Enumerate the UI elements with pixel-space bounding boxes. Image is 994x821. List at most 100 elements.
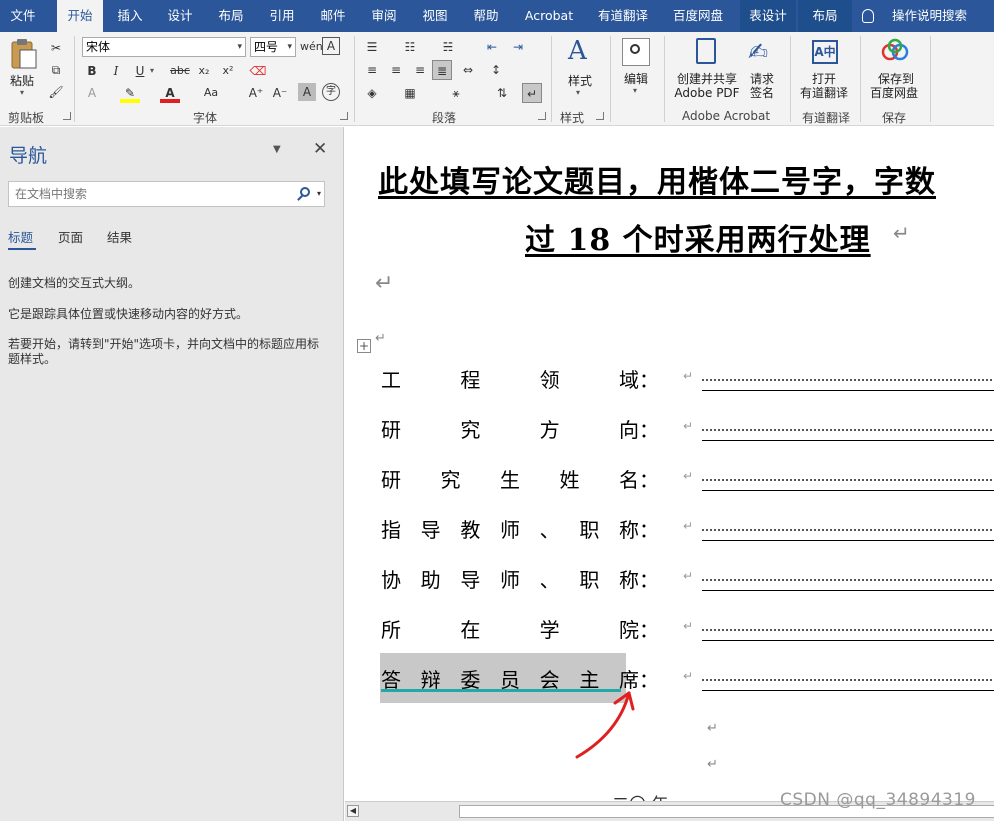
form-row: 协助导师、职称 ： ↵ <box>381 565 994 595</box>
italic-icon[interactable]: I <box>106 61 126 81</box>
shrink-font-icon[interactable]: A⁻ <box>270 83 290 103</box>
paragraph-group-label: 段落 <box>432 111 457 125</box>
character-shading-icon[interactable]: A <box>298 83 316 101</box>
justify-icon[interactable]: ≣ <box>432 60 452 80</box>
chevron-down-icon: ▾ <box>150 66 155 75</box>
nav-tab-headings[interactable]: 标题 <box>8 227 33 246</box>
field-label: 研究生姓名 <box>381 468 639 492</box>
align-left-icon[interactable]: ≡ <box>362 60 382 80</box>
font-size-combo[interactable]: 四号 ▾ <box>250 37 296 57</box>
open-youdao-button[interactable]: A中 打开 有道翻译 <box>796 36 854 102</box>
divider <box>664 36 665 122</box>
tab-review[interactable]: 审阅 <box>361 0 407 32</box>
nav-tab-pages[interactable]: 页面 <box>58 227 83 246</box>
font-launcher-icon[interactable] <box>340 112 348 120</box>
close-icon[interactable]: ✕ <box>313 139 327 159</box>
phonetic-guide-icon[interactable]: wén <box>300 37 323 57</box>
highlight-icon[interactable]: ✎ <box>120 83 140 103</box>
clipboard-launcher-icon[interactable] <box>63 112 71 120</box>
styles-button[interactable]: A 样式 ▾ <box>560 36 600 102</box>
field-blank-line[interactable] <box>702 665 994 691</box>
line-spacing-icon[interactable]: ↕ <box>486 60 506 80</box>
field-blank-line[interactable] <box>702 615 994 641</box>
tab-help[interactable]: 帮助 <box>463 0 509 32</box>
align-center-icon[interactable]: ≡ <box>386 60 406 80</box>
tab-baidu[interactable]: 百度网盘 <box>664 0 732 32</box>
tab-home[interactable]: 开始 <box>57 0 103 32</box>
styles-launcher-icon[interactable] <box>596 112 604 120</box>
tab-table-design[interactable]: 表设计 <box>740 0 796 32</box>
save-group-label: 保存 <box>882 111 907 125</box>
tab-mailings[interactable]: 邮件 <box>310 0 356 32</box>
paragraph-mark: ↵ <box>707 757 718 772</box>
numbering-icon[interactable]: ☷ <box>400 37 420 57</box>
superscript-icon[interactable]: x² <box>218 61 238 81</box>
form-row: 工程领域 ： ↵ <box>381 365 994 395</box>
editing-button[interactable]: 编辑 ▾ <box>618 36 656 102</box>
font-name-combo[interactable]: 宋体 ▾ <box>82 37 246 57</box>
search-icon <box>622 38 650 66</box>
title-line-1: 此处填写论文题目，用楷体二号字，字数 <box>378 165 936 200</box>
styles-group-label: 样式 <box>560 111 585 125</box>
character-border-icon[interactable]: A <box>322 37 340 55</box>
show-marks-icon[interactable]: ↵ <box>522 83 542 103</box>
tab-view[interactable]: 视图 <box>412 0 458 32</box>
nav-tab-results[interactable]: 结果 <box>107 227 132 246</box>
distributed-icon[interactable]: ⇔ <box>458 60 478 80</box>
grow-font-icon[interactable]: A⁺ <box>246 83 266 103</box>
chevron-down-icon[interactable]: ▾ <box>317 182 321 206</box>
cut-icon[interactable]: ✂ <box>46 38 66 58</box>
form-row: 指导教师、职称 ： ↵ <box>381 515 994 545</box>
paste-button[interactable]: 粘贴 ▾ <box>6 36 40 97</box>
multilevel-list-icon[interactable]: ☵ <box>438 37 458 57</box>
tab-insert[interactable]: 插入 <box>107 0 153 32</box>
bullets-icon[interactable]: ☰ <box>362 37 382 57</box>
tab-layout[interactable]: 布局 <box>208 0 254 32</box>
text-effects-icon[interactable]: A <box>82 83 102 103</box>
field-blank-line[interactable] <box>702 515 994 541</box>
tab-youdao[interactable]: 有道翻译 <box>590 0 656 32</box>
chevron-down-icon[interactable]: ▼ <box>273 144 281 155</box>
field-label: 工程领域 <box>381 368 639 392</box>
search-icon[interactable] <box>300 187 310 197</box>
decrease-indent-icon[interactable]: ⇤ <box>482 37 502 57</box>
request-signature-button[interactable]: ✍ 请求 签名 <box>744 36 780 102</box>
change-case-icon[interactable]: Aa <box>198 83 224 103</box>
paragraph-mark: ↵ <box>893 221 910 245</box>
borders-icon[interactable]: ▦ <box>400 83 420 103</box>
align-right-icon[interactable]: ≡ <box>410 60 430 80</box>
underline-icon[interactable]: U <box>130 61 150 81</box>
document-canvas[interactable]: 此处填写论文题目，用楷体二号字，字数 过 18 个时采用两行处理 ↵ ↵ ↵ +… <box>345 127 994 801</box>
asian-layout-icon[interactable]: ⚹ <box>446 83 466 103</box>
tab-design[interactable]: 设计 <box>157 0 203 32</box>
subscript-icon[interactable]: x₂ <box>194 61 214 81</box>
enclose-characters-icon[interactable]: 字 <box>322 83 340 101</box>
clear-formatting-icon[interactable]: ⌫ <box>248 61 268 81</box>
tab-table-layout[interactable]: 布局 <box>798 0 852 32</box>
font-color-icon[interactable]: A <box>160 83 180 103</box>
create-share-pdf-button[interactable]: 创建并共享 Adobe PDF <box>668 36 744 102</box>
paragraph-launcher-icon[interactable] <box>538 112 546 120</box>
nav-search-input[interactable]: 在文档中搜索 ▾ <box>8 181 325 207</box>
field-blank-line[interactable] <box>702 365 994 391</box>
copy-icon[interactable]: ⧉ <box>46 60 66 80</box>
tab-references[interactable]: 引用 <box>259 0 305 32</box>
scroll-left-icon[interactable]: ◀ <box>347 805 359 817</box>
increase-indent-icon[interactable]: ⇥ <box>508 37 528 57</box>
ribbon-tab-bar: 文件 开始 插入 设计 布局 引用 邮件 审阅 视图 帮助 Acrobat 有道… <box>0 0 994 32</box>
field-blank-line[interactable] <box>702 565 994 591</box>
save-to-baidu-button[interactable]: 保存到 百度网盘 <box>866 36 924 102</box>
table-move-handle-icon[interactable]: + <box>357 339 371 353</box>
tab-acrobat[interactable]: Acrobat <box>518 0 580 32</box>
bold-icon[interactable]: B <box>82 61 102 81</box>
tell-me-search[interactable]: 操作说明搜索 <box>862 0 967 32</box>
field-blank-line[interactable] <box>702 415 994 441</box>
tab-file[interactable]: 文件 <box>0 0 46 32</box>
form-row: 研究生姓名 ： ↵ <box>381 465 994 495</box>
nav-help-text-3: 若要开始，请转到"开始"选项卡，并向文档中的标题应用标题样式。 <box>8 337 320 366</box>
shading-icon[interactable]: ◈ <box>362 83 382 103</box>
strikethrough-icon[interactable]: abc <box>168 61 192 81</box>
sort-icon[interactable]: ⇅ <box>492 83 512 103</box>
field-blank-line[interactable] <box>702 465 994 491</box>
format-painter-icon[interactable]: 🖌 <box>46 82 66 102</box>
